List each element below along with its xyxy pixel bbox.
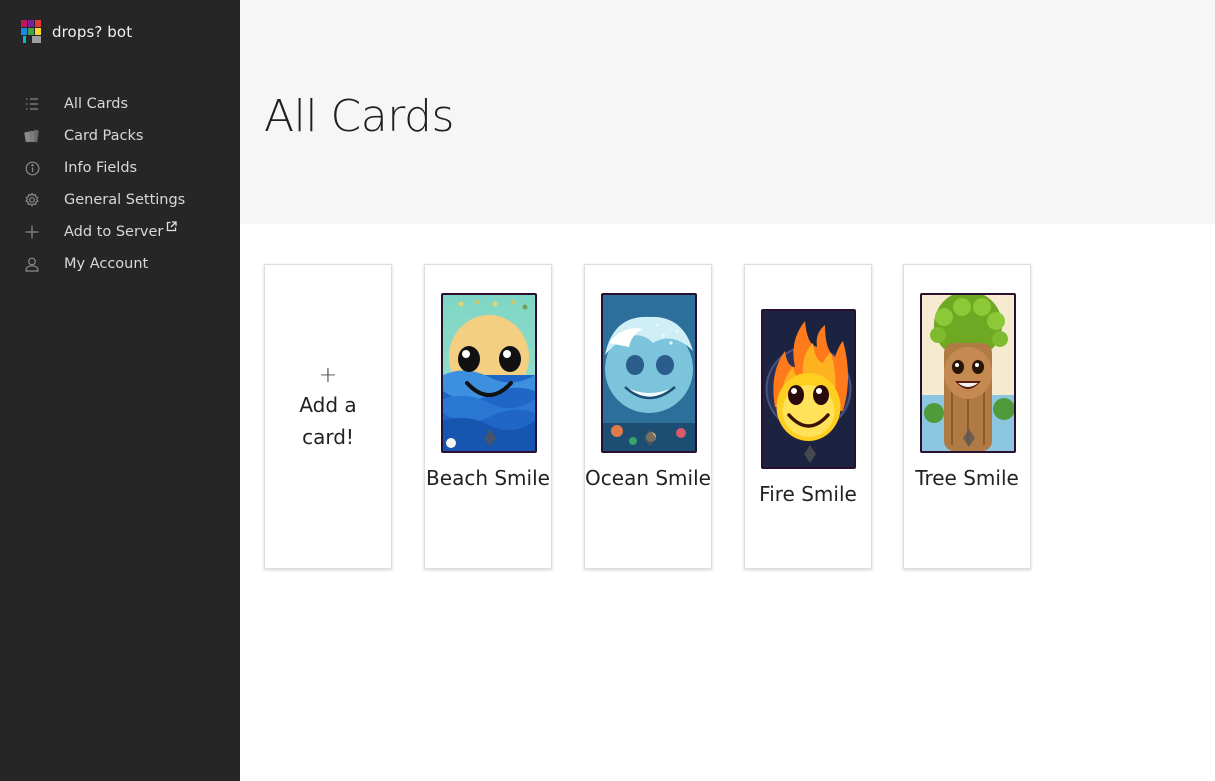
sidebar-item-all-cards[interactable]: All Cards: [0, 88, 240, 120]
beach-smile-art: [441, 293, 537, 453]
page-title: All Cards: [264, 91, 454, 142]
plus-icon: [24, 224, 40, 240]
card-name: Ocean Smile: [585, 466, 711, 490]
ocean-smile-art: [601, 293, 697, 453]
gear-icon: [24, 192, 40, 208]
sidebar-item-my-account[interactable]: My Account: [0, 248, 240, 280]
gem-icon: [644, 429, 656, 447]
card-item[interactable]: Tree Smile: [903, 264, 1031, 569]
sidebar-item-general-settings[interactable]: General Settings: [0, 184, 240, 216]
sidebar-item-add-to-server[interactable]: Add to Server: [0, 216, 240, 248]
card-item[interactable]: Beach Smile: [424, 264, 552, 569]
card-name: Tree Smile: [915, 466, 1019, 490]
gem-icon: [484, 429, 496, 447]
sidebar-nav: All Cards Card Packs Info Fields General…: [0, 88, 240, 280]
sidebar-item-label: Card Packs: [64, 128, 144, 144]
card-item[interactable]: Ocean Smile: [584, 264, 712, 569]
plus-icon: +: [318, 363, 338, 388]
card-name: Beach Smile: [426, 466, 550, 490]
card-packs-icon: [24, 128, 40, 144]
gem-icon: [804, 445, 816, 463]
info-icon: [24, 160, 40, 176]
sidebar-item-label: Add to Server: [64, 224, 164, 240]
add-card-label: Add a card!: [299, 393, 357, 449]
sidebar: drops? bot All Cards Card Packs Info Fie…: [0, 0, 240, 781]
gem-icon: [963, 429, 975, 447]
card-name: Fire Smile: [759, 482, 857, 506]
card-item[interactable]: Fire Smile: [744, 264, 872, 569]
page-header: All Cards: [240, 0, 1215, 224]
sidebar-item-label: Info Fields: [64, 160, 138, 176]
sidebar-item-label: All Cards: [64, 96, 129, 112]
sidebar-item-info-fields[interactable]: Info Fields: [0, 152, 240, 184]
list-icon: [24, 96, 40, 112]
user-icon: [24, 256, 40, 272]
external-link-icon: [166, 217, 178, 236]
brand[interactable]: drops? bot: [20, 19, 132, 44]
tree-smile-art: [920, 293, 1016, 453]
bot-logo-icon: [20, 19, 43, 44]
sidebar-item-card-packs[interactable]: Card Packs: [0, 120, 240, 152]
sidebar-item-label: My Account: [64, 256, 149, 272]
fire-smile-art: [761, 309, 856, 469]
add-card-button[interactable]: + Add a card!: [264, 264, 392, 569]
sidebar-item-label: General Settings: [64, 192, 186, 208]
brand-name: drops? bot: [52, 22, 133, 41]
